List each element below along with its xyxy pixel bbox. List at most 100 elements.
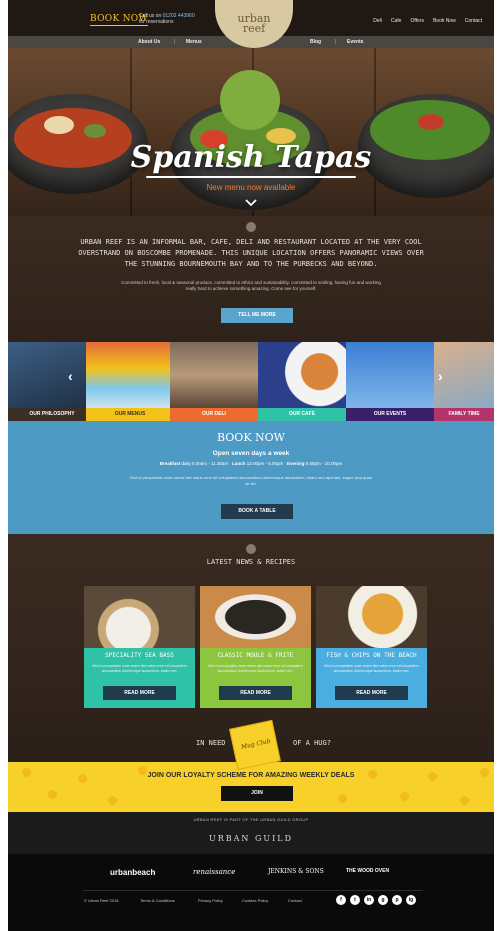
pattern-dot (460, 796, 469, 805)
join-button[interactable]: JOIN (221, 786, 293, 801)
cookies-policy-link[interactable]: Cookies Policy (242, 898, 268, 903)
brand-urbanbeach-logo[interactable]: urbanbeach (110, 868, 155, 877)
tile-our-philosophy[interactable]: OUR PHILOSOPHY (8, 342, 96, 421)
moules-image (200, 586, 311, 648)
tile-label: OUR DELI (170, 408, 258, 421)
book-title: BOOK NOW (217, 431, 285, 444)
nav-item-blog[interactable]: Blog (310, 39, 321, 45)
intro-body: Committed to fresh, local & seasonal pro… (121, 280, 381, 291)
news-section: Latest News & Recipes Speciality Sea Bas… (8, 534, 494, 771)
mug-club-label: Mug Club (240, 737, 272, 751)
pattern-dot (400, 792, 409, 801)
tile-family-time[interactable]: FAMILY TIME (434, 342, 494, 421)
instagram-icon[interactable]: ig (406, 895, 416, 905)
logo-word-reef: reef (242, 22, 266, 35)
google-plus-icon[interactable]: g (378, 895, 388, 905)
nav-item-menus[interactable]: Menus (186, 39, 202, 45)
card-title: Speciality Sea Bass (105, 652, 174, 659)
card-body: Classic Moule & Frite Sed ut perspiciati… (200, 648, 311, 708)
mug-club-card[interactable]: Mug Club (229, 719, 281, 771)
menus-image (86, 342, 174, 408)
news-card[interactable]: Fish & Chips on the Beach Sed ut perspic… (316, 586, 427, 708)
card-body: Speciality Sea Bass Sed ut perspiciatis … (84, 648, 195, 708)
philosophy-image (8, 342, 96, 408)
card-text: Sed ut perspiciatis unde omnis iste natu… (208, 664, 303, 673)
news-card[interactable]: Speciality Sea Bass Sed ut perspiciatis … (84, 586, 195, 708)
card-text: Sed ut perspiciatis unde omnis iste natu… (92, 664, 187, 673)
brand-jenkins-sons-logo[interactable]: JENKINS & SONS (268, 868, 324, 875)
tile-label: FAMILY TIME (434, 408, 494, 421)
nav-item-book-now[interactable]: Book Now (433, 18, 456, 24)
hours-label: Lunch (231, 461, 246, 466)
read-more-button[interactable]: READ MORE (335, 686, 408, 700)
pattern-dot (48, 790, 57, 799)
intro-section: Urban Reef is an informal bar, cafe, del… (8, 216, 494, 342)
brand-renaissance-logo[interactable]: renaissance (193, 868, 235, 876)
nav-item-offers[interactable]: Offers (410, 18, 424, 24)
linkedin-icon[interactable]: in (364, 895, 374, 905)
pattern-dot (108, 796, 117, 805)
terms-link[interactable]: Terms & Conditions (140, 898, 175, 903)
tile-label: OUR EVENTS (346, 408, 434, 421)
card-body: Fish & Chips on the Beach Sed ut perspic… (316, 648, 427, 708)
book-a-table-button[interactable]: BOOK A TABLE (221, 504, 293, 519)
opening-hours: Breakfast daily 9.00am - 11.30am Lunch 1… (8, 461, 494, 466)
card-text: Sed ut perspiciatis unde omnis iste natu… (324, 664, 419, 673)
tell-me-more-button[interactable]: TELL ME MORE (221, 308, 293, 323)
pinterest-icon[interactable]: p (392, 895, 402, 905)
section-tiles: OUR PHILOSOPHY OUR MENUS OUR DELI OUR CA… (8, 342, 494, 421)
nav-item-events[interactable]: Events (347, 39, 363, 45)
tile-our-menus[interactable]: OUR MENUS (86, 342, 174, 421)
pattern-dot (338, 794, 347, 803)
chevron-right-icon[interactable]: › (438, 368, 443, 384)
copyright-text: © Urban Reef 2016 (84, 898, 119, 903)
cafe-image (258, 342, 346, 408)
page: BOOK NOW Call us on 01202 443960 for res… (8, 0, 494, 931)
hero-underline (146, 176, 356, 178)
hero-subtitle[interactable]: New menu now available (8, 183, 494, 192)
hours-value: 12.00pm - 5.00pm (246, 461, 284, 466)
urban-guild-logo[interactable]: URBAN GUILD (8, 834, 494, 843)
tile-our-deli[interactable]: OUR DELI (170, 342, 258, 421)
hero-banner: Spanish Tapas New menu now available (8, 48, 494, 216)
need-text-right: of a hug? (293, 739, 331, 747)
brand-wood-oven-logo[interactable]: THE WOOD OVEN (346, 868, 389, 874)
tile-our-events[interactable]: OUR EVENTS (346, 342, 434, 421)
read-more-button[interactable]: READ MORE (219, 686, 292, 700)
news-card[interactable]: Classic Moule & Frite Sed ut perspiciati… (200, 586, 311, 708)
tile-label: OUR CAFE (258, 408, 346, 421)
fork-knife-icon (246, 222, 256, 232)
tile-label: OUR PHILOSOPHY (8, 408, 96, 421)
footer-divider (83, 890, 423, 891)
sea-bass-image (84, 586, 195, 648)
call-us-suffix: for reservations (139, 19, 174, 25)
fork-knife-icon (246, 544, 256, 554)
facebook-icon[interactable]: f (336, 895, 346, 905)
hours-label: Breakfast (159, 461, 181, 466)
chevron-down-icon[interactable] (244, 196, 258, 210)
news-title: Latest News & Recipes (206, 558, 296, 566)
loyalty-banner: JOIN OUR LOYALTY SCHEME FOR AMAZING WEEK… (8, 762, 494, 812)
nav-item-deli[interactable]: Deli (373, 18, 382, 24)
nav-item-about-us[interactable]: About Us (138, 39, 160, 45)
nav-item-cafe[interactable]: Cafe (391, 18, 402, 24)
twitter-icon[interactable]: t (350, 895, 360, 905)
tile-label: OUR MENUS (86, 408, 174, 421)
loyalty-text: JOIN OUR LOYALTY SCHEME FOR AMAZING WEEK… (147, 772, 355, 779)
hours-value: 6.00pm - 10.00pm (305, 461, 343, 466)
tile-our-cafe[interactable]: OUR CAFE (258, 342, 346, 421)
guild-part-of-text: URBAN REEF IS PART OF THE URBAN GUILD GR… (193, 817, 309, 822)
guild-section: URBAN REEF IS PART OF THE URBAN GUILD GR… (8, 812, 494, 854)
hero-title: Spanish Tapas (130, 140, 372, 175)
nav-right: Deli Cafe Offers Book Now Contact (373, 18, 482, 24)
nav-separator: | (335, 39, 337, 45)
contact-link[interactable]: Contact (288, 898, 302, 903)
nav-item-contact[interactable]: Contact (465, 18, 482, 24)
book-open-text: Open seven days a week (212, 450, 290, 457)
read-more-button[interactable]: READ MORE (103, 686, 176, 700)
hours-label: Evening (287, 461, 305, 466)
footer: urbanbeach renaissance JENKINS & SONS TH… (8, 854, 494, 931)
hours-value: daily 9.00am - 11.30am (181, 461, 229, 466)
chevron-left-icon[interactable]: ‹ (68, 368, 73, 384)
privacy-policy-link[interactable]: Privacy Policy (198, 898, 223, 903)
